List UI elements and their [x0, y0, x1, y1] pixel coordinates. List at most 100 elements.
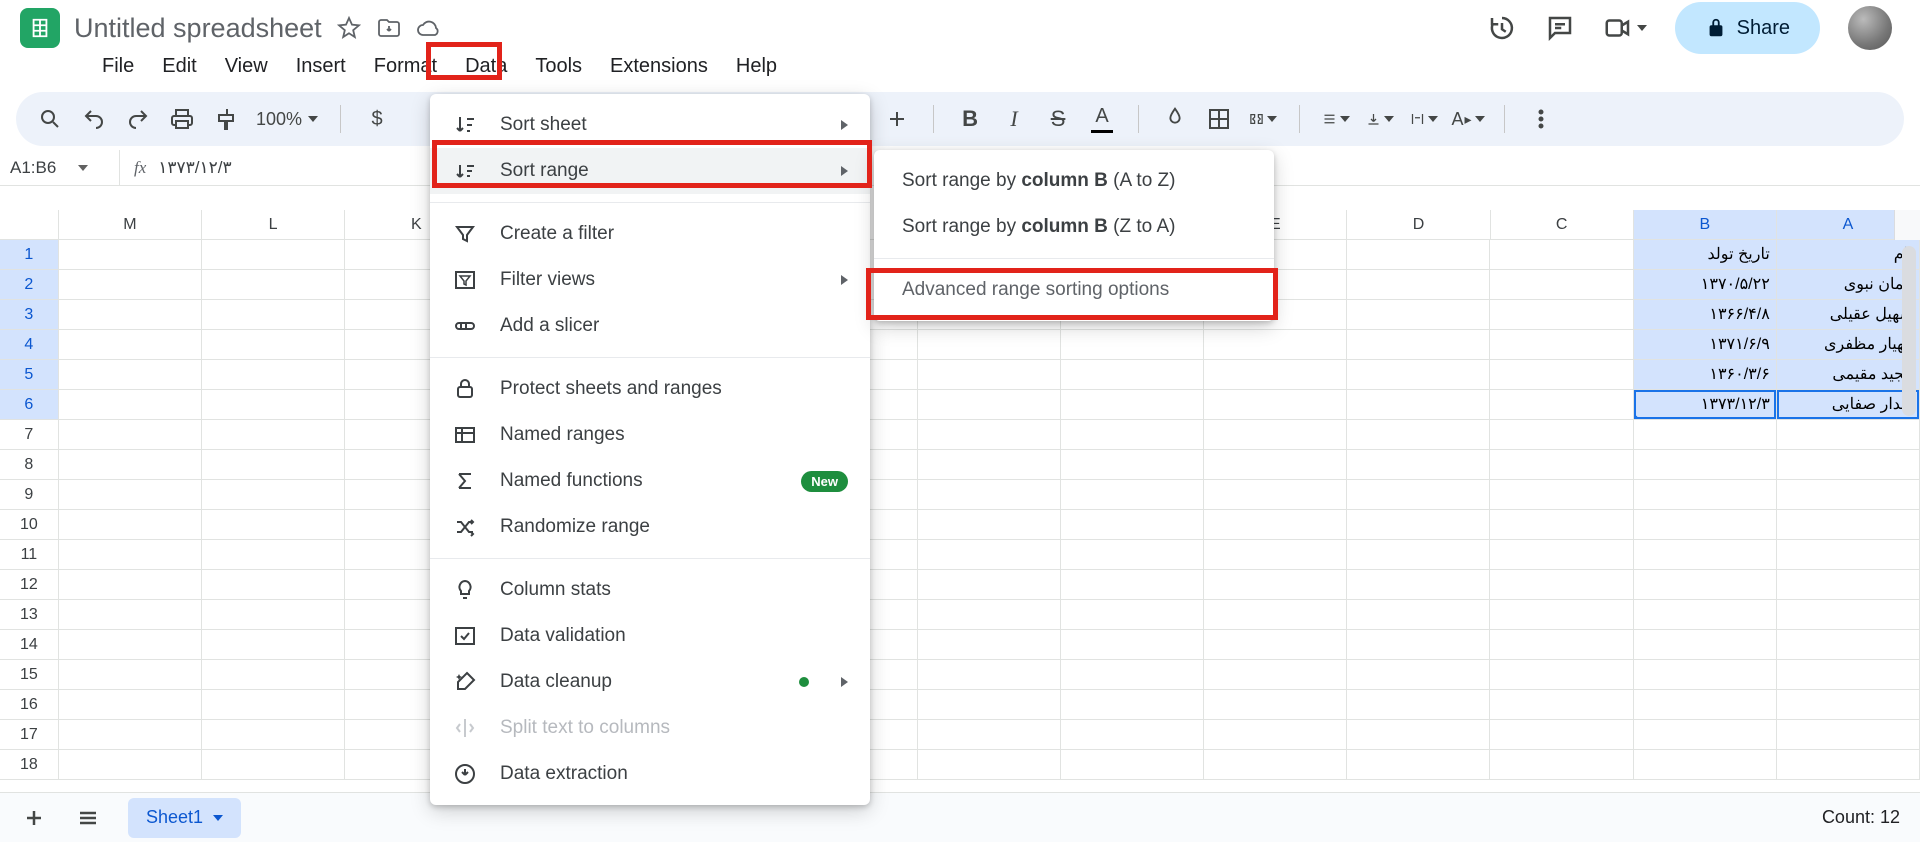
cell[interactable]: ١٣۶۶/۴/٨: [1634, 300, 1777, 329]
cell[interactable]: [1061, 390, 1204, 419]
cell[interactable]: [1490, 360, 1633, 389]
menu-view[interactable]: View: [211, 49, 282, 84]
cell[interactable]: [59, 750, 202, 779]
cell[interactable]: [1634, 510, 1777, 539]
cell[interactable]: [918, 390, 1061, 419]
column-header[interactable]: C: [1491, 210, 1634, 239]
menu-protect-sheets[interactable]: Protect sheets and ranges: [430, 366, 870, 412]
cell[interactable]: [59, 600, 202, 629]
cell[interactable]: [59, 360, 202, 389]
cell[interactable]: ١٣۶٠/٣/۶: [1634, 360, 1777, 389]
cell[interactable]: [918, 510, 1061, 539]
row-header[interactable]: 15: [0, 660, 59, 689]
cell[interactable]: [1347, 480, 1490, 509]
all-sheets-icon[interactable]: [74, 804, 102, 832]
cell[interactable]: [1490, 390, 1633, 419]
search-menu-icon[interactable]: [36, 105, 64, 133]
account-avatar[interactable]: [1848, 6, 1892, 50]
cell[interactable]: ١٣٧١/۶/٩: [1634, 330, 1777, 359]
cell[interactable]: [202, 690, 345, 719]
cell[interactable]: [1204, 360, 1347, 389]
row-header[interactable]: 1: [0, 240, 59, 269]
sheets-logo[interactable]: [20, 8, 60, 48]
italic-icon[interactable]: I: [1000, 105, 1028, 133]
column-header[interactable]: L: [202, 210, 345, 239]
cell[interactable]: [1061, 690, 1204, 719]
cell[interactable]: [1777, 600, 1920, 629]
cell[interactable]: [1634, 420, 1777, 449]
cell[interactable]: [59, 300, 202, 329]
cell[interactable]: ١٣٧٠/۵/٢٢: [1634, 270, 1777, 299]
column-header[interactable]: D: [1347, 210, 1490, 239]
cell[interactable]: [202, 660, 345, 689]
cell[interactable]: [1204, 330, 1347, 359]
menu-randomize-range[interactable]: Randomize range: [430, 504, 870, 550]
menu-named-functions[interactable]: Named functions New: [430, 458, 870, 504]
row-header[interactable]: 3: [0, 300, 59, 329]
cell[interactable]: سهيل عقيلی: [1777, 300, 1920, 329]
history-icon[interactable]: [1487, 13, 1517, 43]
cell[interactable]: [1490, 630, 1633, 659]
cell[interactable]: [1061, 630, 1204, 659]
merge-cells-icon[interactable]: [1249, 105, 1277, 133]
cell[interactable]: [202, 300, 345, 329]
cell[interactable]: [59, 390, 202, 419]
cell[interactable]: [59, 330, 202, 359]
move-to-folder-icon[interactable]: [376, 15, 402, 41]
cell[interactable]: [59, 720, 202, 749]
cell[interactable]: [1204, 600, 1347, 629]
row-header[interactable]: 5: [0, 360, 59, 389]
sheet-tab[interactable]: Sheet1: [128, 798, 241, 838]
cell[interactable]: [1204, 660, 1347, 689]
cell[interactable]: [1777, 420, 1920, 449]
cell[interactable]: [202, 510, 345, 539]
menu-format[interactable]: Format: [360, 49, 451, 84]
strikethrough-icon[interactable]: S: [1044, 105, 1072, 133]
row-header[interactable]: 11: [0, 540, 59, 569]
cell[interactable]: [1347, 750, 1490, 779]
cell[interactable]: [202, 720, 345, 749]
cell[interactable]: [1061, 720, 1204, 749]
cell[interactable]: [1634, 480, 1777, 509]
cell[interactable]: [1347, 330, 1490, 359]
vertical-align-icon[interactable]: [1366, 105, 1394, 133]
menu-file[interactable]: File: [88, 49, 148, 84]
cell[interactable]: [918, 690, 1061, 719]
cell[interactable]: [1634, 600, 1777, 629]
cell[interactable]: [1347, 540, 1490, 569]
cell[interactable]: [1347, 300, 1490, 329]
row-header[interactable]: 13: [0, 600, 59, 629]
cell[interactable]: [1204, 690, 1347, 719]
cell[interactable]: [1490, 720, 1633, 749]
cell[interactable]: [1347, 360, 1490, 389]
cell[interactable]: [1634, 720, 1777, 749]
vertical-scrollbar[interactable]: [1902, 246, 1916, 792]
cell[interactable]: [1347, 420, 1490, 449]
document-title[interactable]: Untitled spreadsheet: [74, 13, 322, 44]
cell[interactable]: [202, 270, 345, 299]
cell[interactable]: [202, 540, 345, 569]
row-header[interactable]: 14: [0, 630, 59, 659]
cell[interactable]: [1204, 450, 1347, 479]
cell[interactable]: [1777, 690, 1920, 719]
submenu-advanced-sort[interactable]: Advanced range sorting options: [874, 267, 1274, 313]
cell[interactable]: [1204, 570, 1347, 599]
cell[interactable]: [918, 660, 1061, 689]
insert-link-plus-icon[interactable]: [883, 105, 911, 133]
menu-data-cleanup[interactable]: Data cleanup: [430, 659, 870, 705]
cell[interactable]: [1061, 420, 1204, 449]
cell[interactable]: [1347, 630, 1490, 659]
row-header[interactable]: 6: [0, 390, 59, 419]
borders-icon[interactable]: [1205, 105, 1233, 133]
cell[interactable]: ايمان نبوی: [1777, 270, 1920, 299]
menu-data-extraction[interactable]: Data extraction: [430, 751, 870, 797]
cell[interactable]: [1490, 330, 1633, 359]
more-toolbar-icon[interactable]: [1527, 105, 1555, 133]
menu-sort-range[interactable]: Sort range: [430, 148, 870, 194]
cell[interactable]: [918, 360, 1061, 389]
cell[interactable]: [202, 330, 345, 359]
cell[interactable]: [1347, 660, 1490, 689]
print-icon[interactable]: [168, 105, 196, 133]
cell[interactable]: [1777, 510, 1920, 539]
cell[interactable]: [1777, 720, 1920, 749]
